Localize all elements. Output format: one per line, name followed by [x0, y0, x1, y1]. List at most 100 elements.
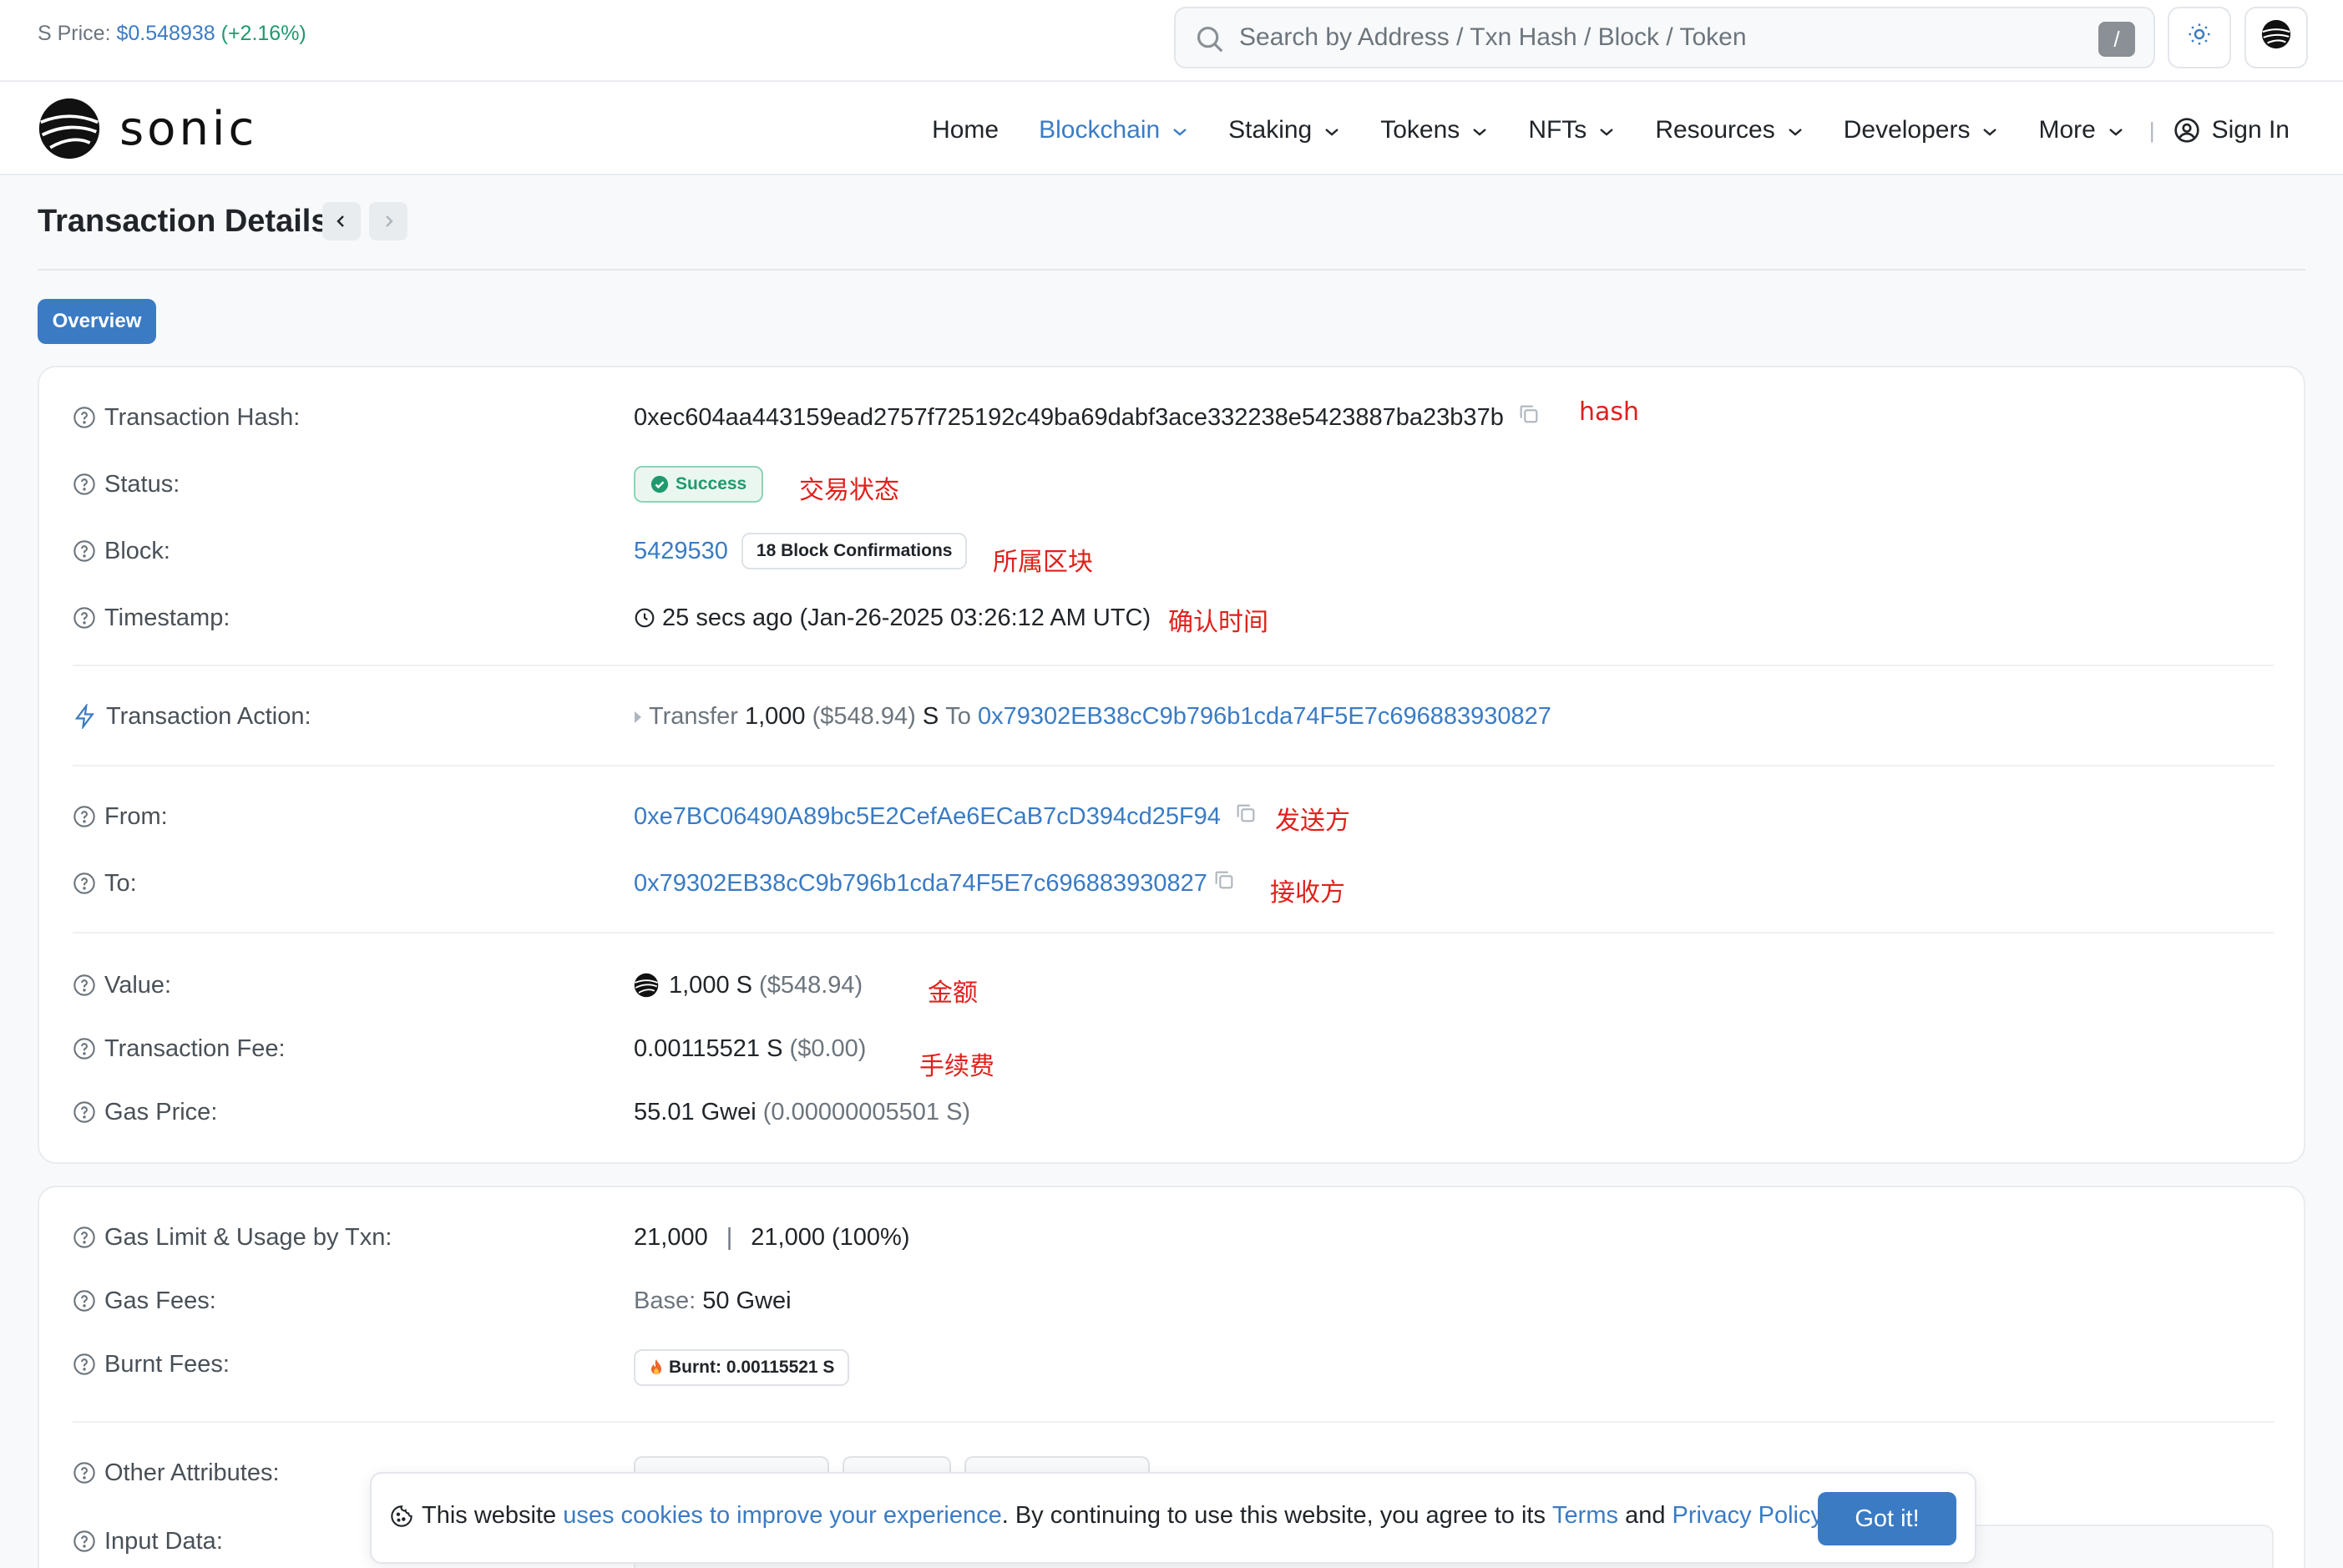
price-label: S Price: — [38, 22, 111, 45]
nav-developers[interactable]: Developers — [1844, 116, 1999, 144]
gas-limit: 21,000 — [634, 1223, 708, 1251]
status-badge: Success — [634, 466, 764, 503]
label-input-data: Input Data: — [104, 1527, 223, 1555]
caret-right-icon — [634, 703, 642, 731]
value-from: 0xe7BC06490A89bc5E2CefAe6ECaB7cD394cd25F… — [634, 798, 1258, 835]
copy-hash-button[interactable] — [1517, 402, 1541, 432]
help-circle-icon — [73, 473, 95, 495]
page-title: Transaction Details — [38, 204, 329, 239]
sonic-token-icon — [634, 973, 659, 998]
value-gas-price: 55.01 Gwei (0.00000005501 S) — [634, 1094, 970, 1130]
row-to: To: — [73, 865, 137, 902]
section-divider — [73, 665, 2274, 666]
block-number-link[interactable]: 5429530 — [634, 538, 728, 565]
value-to: 0x79302EB38cC9b796b1cda74F5E7c6968839308… — [634, 865, 1236, 902]
main-navbar: sonic Home Blockchain Staking Tokens NFT… — [0, 82, 2343, 175]
label-transaction-hash: Transaction Hash: — [104, 403, 301, 431]
label-value: Value: — [104, 971, 172, 999]
prev-transaction-button[interactable] — [322, 202, 361, 240]
row-timestamp: Timestamp: — [73, 599, 230, 636]
sonic-logo-icon — [2260, 18, 2292, 57]
chevron-down-icon — [1598, 116, 1615, 144]
value-amount: 1,000 S ($548.94) — [634, 967, 863, 1004]
transaction-hash: 0xec604aa443159ead2757f725192c49ba69dabf… — [634, 403, 1504, 431]
value-timestamp: 25 secs ago (Jan-26-2025 03:26:12 AM UTC… — [634, 599, 1151, 636]
nav-staking[interactable]: Staking — [1228, 116, 1340, 144]
from-address-link[interactable]: 0xe7BC06490A89bc5E2CefAe6ECaB7cD394cd25F… — [634, 803, 1221, 831]
row-gas-fees: Gas Fees: — [73, 1282, 216, 1319]
value-transaction-action: Transfer 1,000 ($548.94) S To 0x79302EB3… — [634, 698, 1551, 735]
sonic-logo-icon — [38, 98, 100, 159]
nav-nfts[interactable]: NFTs — [1528, 116, 1615, 144]
search-icon — [1194, 23, 1226, 62]
row-gas-limit: Gas Limit & Usage by Txn: — [73, 1219, 392, 1256]
nav-tokens[interactable]: Tokens — [1380, 116, 1488, 144]
user-circle-icon — [2173, 118, 2199, 143]
network-button[interactable] — [2244, 7, 2308, 68]
annotation-timestamp: 确认时间 — [1168, 608, 1268, 637]
sign-in-link[interactable]: Sign In — [2173, 116, 2290, 144]
section-divider — [73, 932, 2274, 933]
action-to-address-link[interactable]: 0x79302EB38cC9b796b1cda74F5E7c6968839308… — [978, 703, 1551, 731]
theme-toggle-button[interactable] — [2168, 7, 2231, 68]
annotation-status: 交易状态 — [799, 476, 899, 505]
search-input[interactable] — [1239, 18, 2074, 57]
to-address-link[interactable]: 0x79302EB38cC9b796b1cda74F5E7c6968839308… — [634, 870, 1207, 898]
copy-icon — [1237, 804, 1255, 822]
brand-logo[interactable]: sonic — [38, 97, 257, 160]
label-burnt-fees: Burnt Fees: — [104, 1350, 230, 1378]
row-value: Value: — [73, 967, 171, 1004]
label-block: Block: — [104, 537, 170, 564]
check-circle-icon — [650, 475, 669, 493]
row-input-data: Input Data: — [73, 1523, 223, 1560]
nav-resources[interactable]: Resources — [1655, 116, 1803, 144]
top-bar: S Price: $0.548938 (+2.16%) / — [0, 0, 2343, 82]
row-other-attributes: Other Attributes: — [73, 1454, 280, 1491]
price-value[interactable]: $0.548938 — [116, 22, 215, 45]
accept-cookies-button[interactable]: Got it! — [1818, 1492, 1956, 1545]
cookie-policy-link[interactable]: uses cookies to improve your experience — [563, 1502, 1001, 1530]
annotation-block: 所属区块 — [993, 548, 1093, 577]
row-gas-price: Gas Price: — [73, 1094, 217, 1130]
label-to: To: — [104, 869, 137, 897]
chevron-down-icon — [2108, 116, 2124, 144]
cookie-icon — [391, 1505, 412, 1527]
annotation-to: 接收方 — [1270, 878, 1345, 908]
label-from: From: — [104, 802, 168, 830]
lightning-icon — [74, 704, 94, 729]
fire-icon — [651, 1359, 661, 1374]
value-burnt-fees: Burnt: 0.00115521 S — [634, 1349, 850, 1386]
nav-separator: | — [2148, 117, 2155, 143]
burnt-badge: Burnt: 0.00115521 S — [634, 1349, 850, 1386]
nav-more[interactable]: More — [2038, 116, 2123, 144]
base-fee: 50 Gwei — [702, 1287, 792, 1314]
tab-overview[interactable]: Overview — [38, 299, 156, 344]
value-status: Success — [634, 466, 764, 503]
annotation-fee: 手续费 — [919, 1052, 994, 1081]
chevron-down-icon — [1471, 116, 1488, 144]
nav-home[interactable]: Home — [932, 116, 999, 144]
value-transaction-fee: 0.00115521 S ($0.00) — [634, 1030, 866, 1067]
gas-usage: 21,000 (100%) — [751, 1223, 910, 1251]
header-divider — [38, 269, 2305, 271]
copy-icon — [1520, 405, 1538, 423]
confirmations-badge: 18 Block Confirmations — [741, 533, 968, 569]
label-transaction-fee: Transaction Fee: — [104, 1034, 286, 1062]
help-circle-icon — [73, 407, 95, 428]
timestamp-text: 25 secs ago (Jan-26-2025 03:26:12 AM UTC… — [662, 604, 1151, 631]
nav-blockchain[interactable]: Blockchain — [1039, 116, 1188, 144]
help-circle-icon — [73, 974, 95, 996]
next-transaction-button[interactable] — [369, 202, 407, 240]
copy-from-button[interactable] — [1234, 802, 1258, 832]
fee-amount: 0.00115521 S — [634, 1034, 783, 1062]
chevron-left-icon — [337, 215, 344, 227]
privacy-policy-link[interactable]: Privacy Policy — [1672, 1502, 1824, 1530]
cookie-message: This website uses cookies to improve you… — [390, 1502, 1829, 1530]
brand-wordmark: sonic — [119, 101, 258, 156]
nav-menu: Home Blockchain Staking Tokens NFTs Reso… — [932, 112, 2343, 149]
search-box[interactable]: / — [1174, 7, 2155, 68]
copy-to-button[interactable] — [1212, 868, 1236, 898]
terms-link[interactable]: Terms — [1552, 1502, 1618, 1530]
gas-price-gwei: 55.01 Gwei — [634, 1098, 757, 1125]
chevron-down-icon — [1323, 116, 1340, 144]
